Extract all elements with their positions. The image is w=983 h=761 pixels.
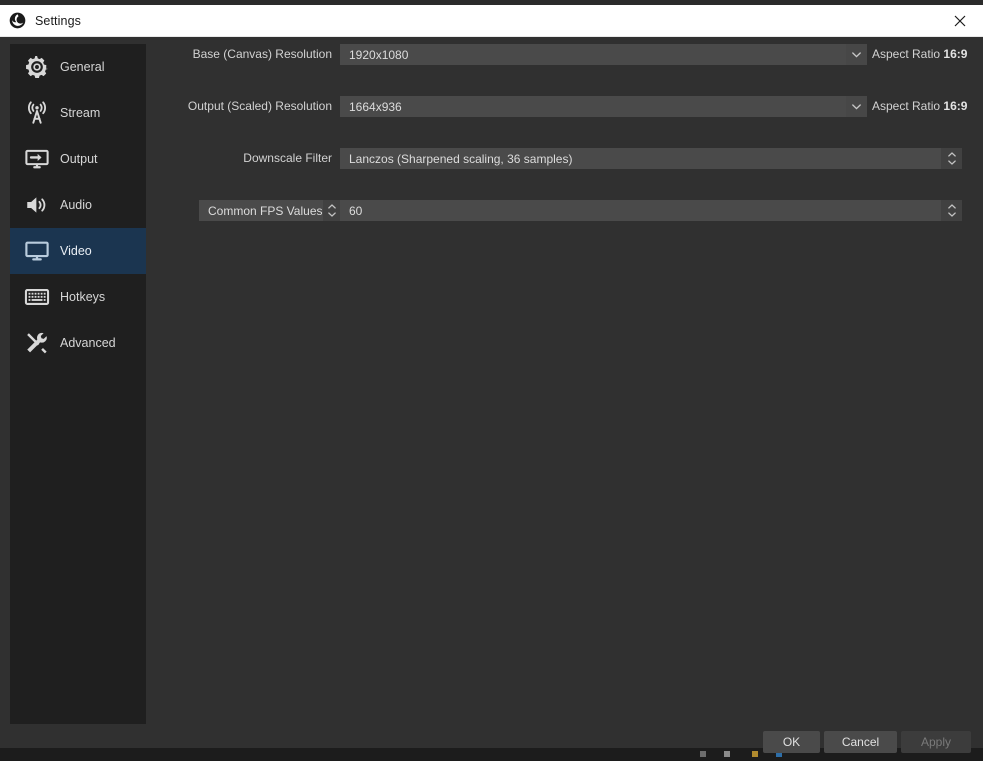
dialog-button-bar: OK Cancel Apply bbox=[0, 723, 983, 753]
row-label: Base (Canvas) Resolution bbox=[192, 47, 332, 61]
taskbar-blip bbox=[700, 751, 706, 757]
row-label: Downscale Filter bbox=[243, 151, 332, 165]
fps-value-input[interactable]: 60 bbox=[340, 200, 941, 221]
row-output-resolution: Output (Scaled) Resolution 1664x936 Aspe… bbox=[0, 96, 983, 122]
chevron-down-icon[interactable] bbox=[846, 44, 867, 65]
field-value: 1664x936 bbox=[349, 99, 402, 114]
fps-type-combobox[interactable]: Common FPS Values bbox=[199, 200, 341, 221]
sidebar-item-label: Hotkeys bbox=[60, 290, 106, 304]
close-icon[interactable] bbox=[937, 5, 983, 36]
row-downscale-filter: Downscale Filter Lanczos (Sharpened scal… bbox=[0, 148, 983, 174]
sidebar-item-video[interactable]: Video bbox=[10, 228, 146, 274]
aspect-ratio-label: Aspect Ratio bbox=[872, 47, 941, 61]
aspect-ratio-label: Aspect Ratio bbox=[872, 99, 941, 113]
aspect-ratio-base: Aspect Ratio 16:9 bbox=[872, 44, 967, 65]
row-fps: Common FPS Values 60 bbox=[0, 200, 983, 226]
chevron-down-icon[interactable] bbox=[846, 96, 867, 117]
video-settings-pane: Base (Canvas) Resolution 1920x1080 Aspec… bbox=[0, 44, 983, 221]
obs-logo-icon bbox=[9, 12, 26, 29]
spinner-updown-icon[interactable] bbox=[941, 148, 962, 169]
taskbar-blip bbox=[724, 751, 730, 757]
field-value: 1920x1080 bbox=[349, 47, 409, 62]
window-title: Settings bbox=[35, 13, 81, 28]
spinner-updown-icon[interactable] bbox=[941, 200, 962, 221]
ok-button[interactable]: OK bbox=[763, 731, 820, 753]
aspect-ratio-value: 16:9 bbox=[943, 99, 968, 113]
downscale-filter-input[interactable]: Lanczos (Sharpened scaling, 36 samples) bbox=[340, 148, 941, 169]
wrench-screwdriver-icon bbox=[20, 326, 54, 360]
fps-type-label: Common FPS Values bbox=[208, 203, 323, 218]
base-resolution-input[interactable]: 1920x1080 bbox=[340, 44, 846, 65]
sidebar-item-label: Video bbox=[60, 244, 92, 258]
taskbar-blip bbox=[752, 751, 758, 757]
aspect-ratio-output: Aspect Ratio 16:9 bbox=[872, 96, 967, 117]
row-label: Output (Scaled) Resolution bbox=[187, 99, 332, 113]
title-bar-left: Settings bbox=[9, 5, 81, 36]
field-value: Lanczos (Sharpened scaling, 36 samples) bbox=[349, 151, 573, 166]
row-base-resolution: Base (Canvas) Resolution 1920x1080 Aspec… bbox=[0, 44, 983, 70]
sidebar-item-advanced[interactable]: Advanced bbox=[10, 320, 146, 366]
keyboard-icon bbox=[20, 280, 54, 314]
aspect-ratio-value: 16:9 bbox=[943, 47, 968, 61]
settings-dialog: Settings General Stream Output Audio Vid… bbox=[0, 5, 983, 753]
monitor-icon bbox=[20, 234, 54, 268]
field-value: 60 bbox=[349, 203, 363, 218]
sidebar-item-hotkeys[interactable]: Hotkeys bbox=[10, 274, 146, 320]
spinner-updown-icon[interactable] bbox=[322, 200, 341, 221]
cancel-button[interactable]: Cancel bbox=[824, 731, 897, 753]
apply-button: Apply bbox=[901, 731, 971, 753]
title-bar: Settings bbox=[0, 5, 983, 37]
output-resolution-input[interactable]: 1664x936 bbox=[340, 96, 846, 117]
sidebar-item-label: Advanced bbox=[60, 336, 116, 350]
